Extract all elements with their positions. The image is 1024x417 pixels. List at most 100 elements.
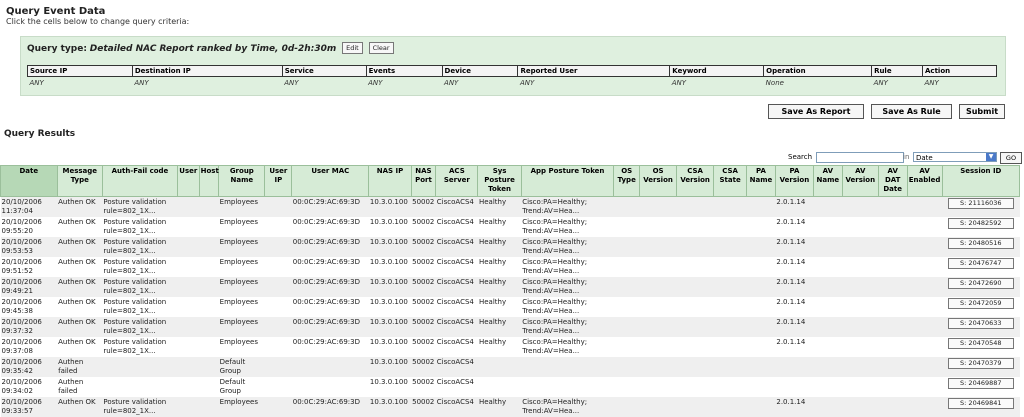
criteria-value-cell[interactable]: ANY (442, 77, 518, 90)
chevron-down-icon[interactable]: ▼ (986, 153, 996, 161)
criteria-value-cell[interactable]: ANY (923, 77, 997, 90)
column-header[interactable]: Message Type (56, 165, 103, 197)
table-cell (265, 377, 292, 397)
table-cell (178, 377, 200, 397)
table-cell (747, 377, 776, 397)
session-id-button[interactable]: S: 20469887 (947, 378, 1014, 389)
table-cell (878, 397, 908, 417)
session-id-button[interactable]: S: 20472690 (947, 278, 1014, 289)
table-cell (640, 297, 677, 317)
session-id-button[interactable]: S: 21116036 (947, 198, 1014, 209)
column-header[interactable]: OS Type (613, 165, 641, 197)
column-header[interactable]: PA Version (774, 165, 814, 197)
table-cell: 20/10/2006 09:37:32 (0, 317, 58, 337)
go-button[interactable]: GO (1000, 152, 1022, 164)
session-id-button[interactable]: S: 20470379 (947, 358, 1014, 369)
table-cell (842, 357, 879, 377)
column-header[interactable]: AV Name (812, 165, 843, 197)
table-cell: 50002 (412, 298, 435, 306)
search-input[interactable] (816, 152, 904, 163)
session-id-button[interactable]: S: 20470633 (947, 318, 1014, 329)
column-header[interactable]: Group Name (218, 165, 266, 197)
criteria-value-cell[interactable]: ANY (282, 77, 366, 90)
column-header[interactable]: ACS Server (435, 165, 479, 197)
criteria-value-cell[interactable]: ANY (872, 77, 923, 90)
column-header[interactable]: PA Name (746, 165, 776, 197)
criteria-value-cell[interactable]: None (764, 77, 872, 90)
column-header[interactable]: Auth-Fail code (101, 165, 179, 197)
table-cell (199, 297, 219, 317)
table-cell (677, 257, 714, 277)
clear-button[interactable]: Clear (368, 42, 394, 54)
table-cell: 50002 (411, 317, 436, 337)
table-cell (199, 277, 219, 297)
edit-button[interactable]: Edit (342, 42, 363, 54)
column-header[interactable]: CSA State (713, 165, 748, 197)
column-header[interactable]: NAS IP (368, 165, 412, 197)
column-header[interactable]: AV Enabled (906, 165, 943, 197)
session-id-button[interactable]: S: 20470548 (947, 338, 1014, 349)
table-cell: CiscoACS4 (435, 397, 478, 417)
table-cell (878, 377, 907, 397)
table-cell: 00:0C:29:AC:69:3D (291, 196, 369, 217)
column-header[interactable]: AV DAT Date (877, 165, 908, 197)
column-header[interactable]: AV Version (841, 165, 879, 197)
table-cell (177, 397, 200, 417)
table-cell: Healthy (477, 196, 522, 217)
session-id-button[interactable]: S: 20476747 (947, 258, 1014, 269)
criteria-value-cell[interactable]: ANY (28, 77, 133, 90)
criteria-value-cell[interactable]: ANY (518, 77, 670, 90)
table-cell (907, 217, 942, 237)
table-cell (813, 377, 842, 397)
table-cell (199, 377, 219, 397)
column-header[interactable]: NAS Port (410, 165, 437, 197)
table-cell: 20/10/2006 09:35:42 (0, 357, 58, 377)
criteria-header: Operation (763, 65, 873, 77)
table-cell (676, 397, 714, 417)
table-cell: 10.3.0.100 (369, 298, 408, 306)
table-cell: 20/10/2006 09:51:52 (1, 258, 42, 275)
search-field-select[interactable]: Date ▼ (913, 152, 997, 162)
table-cell (613, 317, 640, 337)
table-cell (199, 337, 219, 357)
criteria-value-cell[interactable]: ANY (132, 77, 282, 90)
table-cell (842, 377, 878, 397)
session-id-button[interactable]: S: 20482592 (947, 218, 1014, 229)
table-cell (613, 277, 640, 297)
column-header[interactable]: User MAC (291, 165, 370, 197)
column-header[interactable]: OS Version (639, 165, 678, 197)
session-id-button[interactable]: S: 20469841 (947, 398, 1014, 409)
criteria-header: Events (365, 65, 443, 77)
table-cell: Authen OK (57, 317, 103, 337)
table-cell (639, 357, 677, 377)
save-as-report-button[interactable]: Save As Report (768, 104, 864, 119)
table-cell: 50002 (412, 258, 435, 266)
table-cell: 20/10/2006 09:53:53 (0, 237, 58, 257)
column-header[interactable]: User (177, 165, 200, 197)
save-as-rule-button[interactable]: Save As Rule (871, 104, 952, 119)
column-header[interactable]: User IP (264, 165, 293, 197)
submit-button[interactable]: Submit (959, 104, 1005, 119)
table-cell: CiscoACS4 (435, 357, 478, 377)
criteria-value-cell[interactable]: ANY (366, 77, 442, 90)
column-header[interactable]: Sys Posture Token (477, 165, 522, 197)
table-row: 20/10/2006 09:37:32 Authen OK Posture vali… (0, 317, 1020, 337)
table-cell (178, 337, 200, 357)
column-header[interactable]: App Posture Token (520, 165, 615, 197)
table-cell: 10.3.0.100 (368, 397, 412, 417)
column-header[interactable]: Date (0, 165, 58, 197)
table-cell (264, 397, 292, 417)
session-id-button[interactable]: S: 20472059 (947, 298, 1014, 309)
table-cell: Employees (218, 237, 265, 257)
column-header[interactable]: Session ID (941, 165, 1021, 197)
column-header[interactable]: Host (198, 165, 220, 197)
table-cell: 20/10/2006 09:49:21 (0, 277, 58, 297)
column-header[interactable]: CSA Version (676, 165, 715, 197)
table-cell (842, 196, 879, 217)
table-cell (813, 297, 842, 317)
table-cell: CiscoACS4 (436, 338, 474, 346)
session-id-button[interactable]: S: 20480516 (947, 238, 1014, 249)
table-row: 20/10/2006 09:33:57 Authen OK Posture vali… (0, 397, 1020, 417)
criteria-value-cell[interactable]: ANY (670, 77, 764, 90)
table-cell (639, 237, 677, 257)
